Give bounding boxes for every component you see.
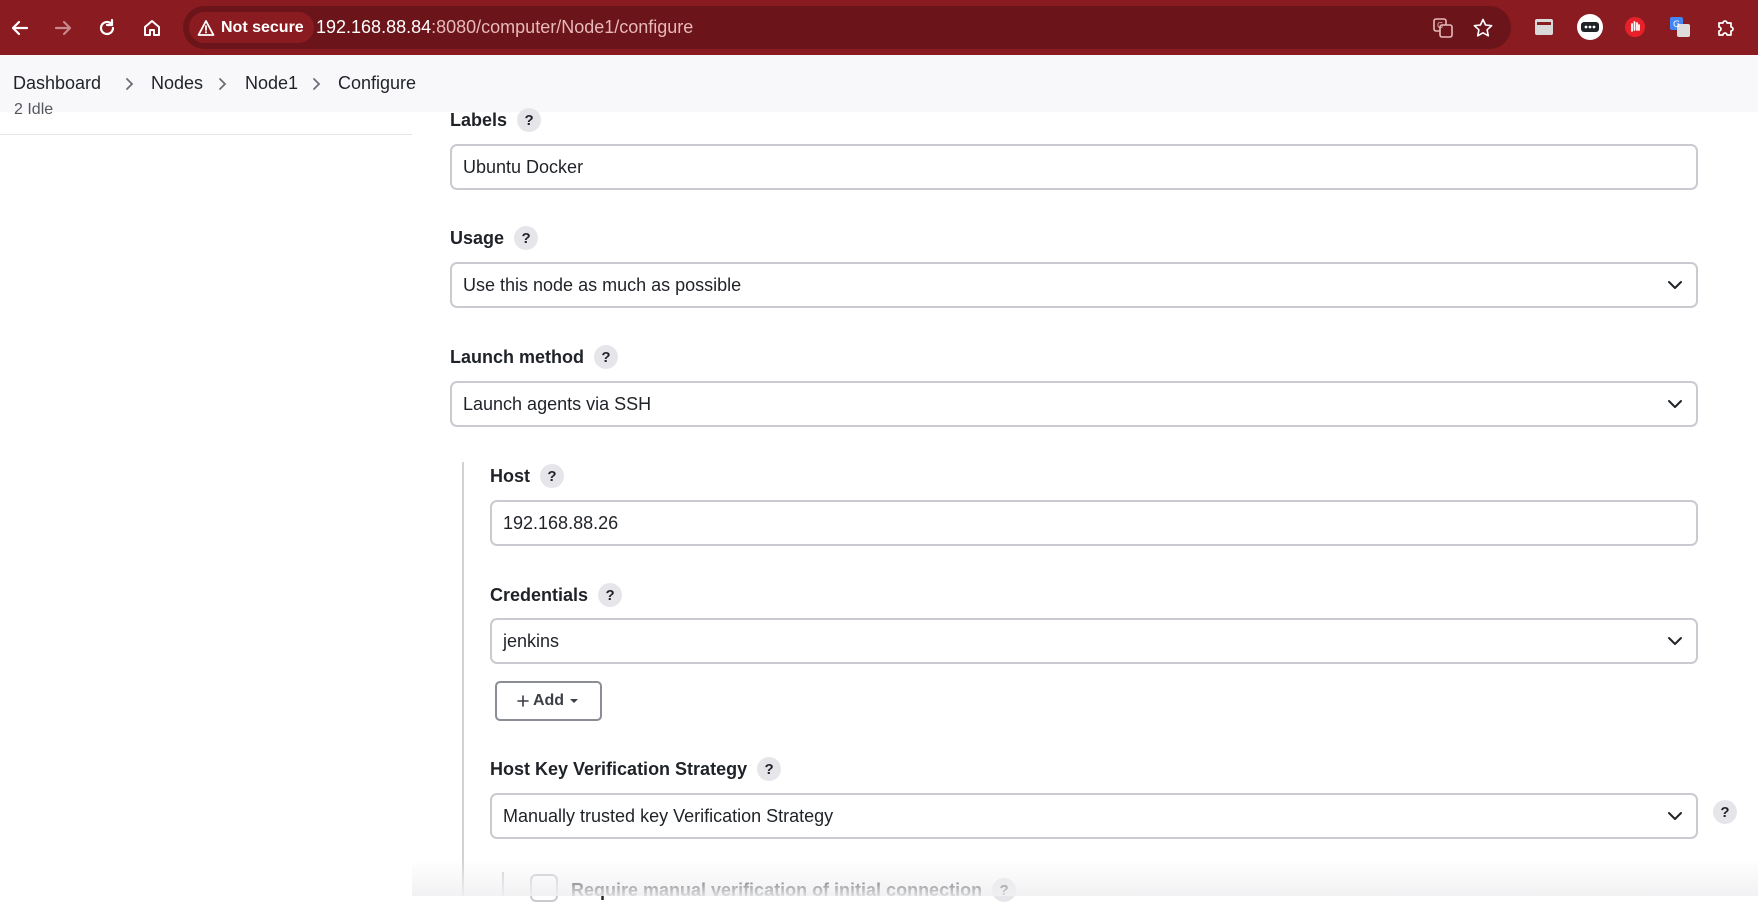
nested-section-line [502,872,504,896]
labels-input[interactable]: Ubuntu Docker [450,144,1698,190]
extensions-button[interactable] [1710,11,1742,43]
host-key-strategy-select[interactable]: Manually trusted key Verification Strate… [490,793,1698,839]
arrow-left-icon [11,20,29,36]
forward-button[interactable] [46,11,80,45]
star-icon [1473,18,1493,37]
home-button[interactable] [135,11,169,45]
chevron-down-icon [1668,637,1682,645]
reload-icon [99,18,115,36]
help-icon[interactable]: ? [514,226,539,250]
url-text: 192.168.88.84:8080/computer/Node1/config… [316,6,693,49]
caret-down-icon [570,699,579,703]
back-button[interactable] [3,11,37,45]
url-host: 192.168.88.84 [316,17,432,37]
help-icon[interactable]: ? [992,878,1017,902]
credentials-value: jenkins [503,631,560,651]
url-path: :8080/computer/Node1/configure [431,17,694,37]
usage-label: Usage ? [450,226,539,250]
chevron-down-icon [1668,281,1682,289]
add-credentials-button[interactable]: Add [495,681,602,721]
bookmark-button[interactable] [1470,15,1496,41]
executor-status-row: 2 Idle [0,101,412,135]
help-icon[interactable]: ? [540,464,564,488]
warning-icon [197,19,215,36]
chevron-right-icon [219,78,227,90]
translate-icon: G [1433,18,1453,38]
reload-button[interactable] [90,11,124,45]
svg-text:G: G [1437,21,1443,30]
labels-label: Labels ? [450,108,542,132]
translate-page-button[interactable]: G [1430,15,1456,41]
manual-verification-checkbox[interactable] [530,874,558,902]
host-input[interactable]: 192.168.88.26 [490,500,1698,546]
security-label: Not secure [221,18,304,36]
security-chip[interactable]: Not secure [189,12,314,43]
extension-hand[interactable] [1619,11,1651,43]
extension-sidepanel[interactable] [1528,11,1560,43]
svg-text:G: G [1673,20,1680,30]
usage-select[interactable]: Use this node as much as possible [450,262,1698,308]
help-icon[interactable]: ? [594,345,618,369]
launch-method-label: Launch method ? [450,345,618,369]
host-key-label-text: Host Key Verification Strategy [490,758,748,779]
host-key-strategy-value: Manually trusted key Verification Strate… [503,806,834,826]
chevron-down-icon [1668,400,1682,408]
add-button-label: Add [532,692,565,709]
extension-translate[interactable]: G [1664,11,1696,43]
host-key-label: Host Key Verification Strategy ? [490,757,782,781]
host-label-text: Host [490,465,530,486]
usage-label-text: Usage [450,227,505,248]
address-bar[interactable]: Not secure 192.168.88.84:8080/computer/N… [183,6,1511,49]
launch-method-label-text: Launch method [450,346,584,367]
manual-verification-label-text: Require manual verification of initial c… [571,879,983,900]
nested-section-line [462,462,464,896]
usage-select-value: Use this node as much as possible [463,275,742,295]
help-icon[interactable]: ? [598,583,623,607]
password-manager-icon [1577,14,1603,40]
manual-verification-label: Require manual verification of initial c… [571,878,1017,902]
credentials-label: Credentials ? [490,583,623,607]
chevron-right-icon [313,78,321,90]
hand-icon [1625,17,1645,37]
arrow-right-icon [54,20,72,36]
help-icon[interactable]: ? [1713,800,1737,824]
launch-method-select[interactable]: Launch agents via SSH [450,381,1698,427]
chevron-down-icon [1668,812,1682,820]
credentials-label-text: Credentials [490,584,589,605]
executor-status: 2 Idle [14,101,54,118]
labels-label-text: Labels [450,109,508,130]
browser-toolbar: Not secure 192.168.88.84:8080/computer/N… [0,0,1758,55]
credentials-select[interactable]: jenkins [490,618,1698,664]
help-icon[interactable]: ? [517,108,542,132]
plus-icon [517,695,529,707]
chevron-right-icon [126,78,134,90]
host-label: Host ? [490,464,564,488]
help-icon[interactable]: ? [757,757,782,781]
google-translate-icon: G [1670,17,1690,37]
extension-password[interactable] [1574,11,1606,43]
launch-method-value: Launch agents via SSH [463,394,652,414]
home-icon [144,20,160,36]
puzzle-icon [1718,20,1734,36]
sidepanel-icon [1535,19,1553,35]
